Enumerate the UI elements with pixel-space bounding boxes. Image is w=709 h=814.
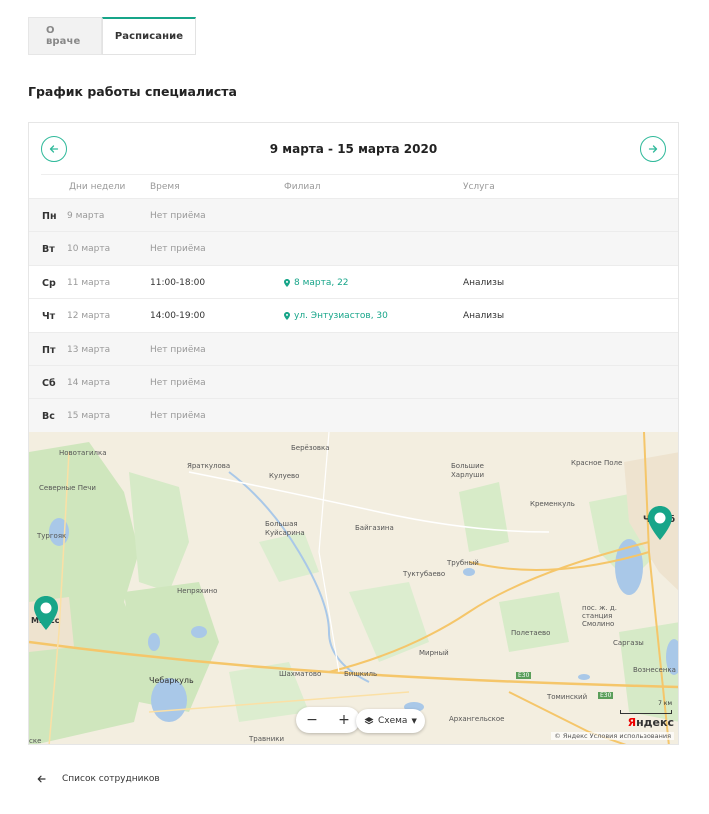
branch-label: 8 марта, 22 [294,277,349,288]
map-label: Травники [249,735,285,743]
map-label: E30 [598,692,614,699]
date: 9 марта [67,211,105,221]
weekday: Пт [42,344,56,356]
schedule-column-headers: Дни недели Время Филиал Услуга [41,174,678,198]
map-scale-label: 7 км [658,700,672,707]
service: Анализы [463,311,505,322]
table-row: Вт 10 марта Нет приёма [29,231,678,265]
map-label: Трубный [447,559,479,567]
map-label: Туктубаево [403,570,446,578]
week-title: 9 марта - 15 марта 2020 [269,142,438,156]
location-pin-icon [284,312,290,321]
tab-schedule[interactable]: Расписание [102,17,196,55]
time: Нет приёма [150,344,206,355]
table-row: Пн 9 марта Нет приёма [29,198,678,232]
map-label: Архангельское [449,715,505,723]
logo-rest: ндекс [636,716,674,729]
arrow-left-icon [37,775,46,783]
map-label: Тургояк [37,532,67,540]
column-header-time: Время [150,182,180,192]
table-row: Ср 11 марта 11:00-18:00 8 марта, 22 Анал… [29,264,678,299]
map-label: пос. ж. д. станция Смолино [582,604,617,628]
map-marker-chelyabinsk[interactable] [646,505,674,541]
time: Нет приёма [150,377,206,388]
time: Нет приёма [150,211,206,221]
map-label: Саргазы [613,639,644,647]
weekday: Пн [42,211,57,222]
weekday: Чт [42,311,56,323]
zoom-in-button[interactable]: + [330,712,358,728]
map-label: Полетаево [511,629,551,637]
map-label: Кременкуль [530,500,575,508]
schedule-card: 9 марта - 15 марта 2020 Дни недели Время… [28,122,679,745]
date: 10 марта [67,244,111,255]
branch-link[interactable]: 8 марта, 22 [284,278,349,288]
section-title: График работы специалиста [28,84,237,99]
weekday: Вс [42,411,55,423]
layers-label: Схема [378,716,408,726]
date: 12 марта [67,311,111,322]
tab-about-doctor[interactable]: О враче [28,17,102,55]
map-scale-bar [620,710,672,714]
branch-label: ул. Энтузиастов, 30 [294,311,388,322]
map-layers-button[interactable]: Схема ▼ [356,709,425,733]
time: 11:00-18:00 [150,277,206,288]
map-label: Непряхино [177,587,218,595]
branches-map[interactable]: Новотагилка Берёзовка Яраткулова Кулуево… [29,432,678,745]
map-zoom-control: − + [296,707,360,733]
map-label: ске [29,737,42,745]
chevron-down-icon: ▼ [411,717,417,725]
map-attribution[interactable]: © Яндекс Условия использования [551,732,674,740]
next-week-button[interactable] [640,136,666,162]
time: Нет приёма [150,411,206,422]
week-header: 9 марта - 15 марта 2020 [29,123,678,175]
map-label: Кулуево [269,472,300,480]
location-pin-icon [284,278,290,287]
map-label: Чебаркуль [149,676,194,685]
table-row: Вс 15 марта Нет приёма [29,398,678,432]
map-label: Яраткулова [187,462,231,470]
map-label: Бишкиль [344,670,378,678]
schedule-rows: Пн 9 марта Нет приёма Вт 10 марта Нет пр… [29,198,678,432]
column-header-service: Услуга [463,182,495,192]
yandex-logo[interactable]: Яндекс [628,716,674,729]
weekday: Вт [42,244,55,256]
date: 13 марта [67,344,111,355]
map-marker-miass[interactable] [32,595,60,631]
map-label: Байгазина [355,524,394,532]
weekday: Ср [42,277,56,289]
map-label: Северные Печи [39,484,96,492]
map-label: Большие Харлуши [451,462,485,479]
branch-link[interactable]: ул. Энтузиастов, 30 [284,311,388,321]
service: Анализы [463,277,505,288]
map-label: Новотагилка [59,449,107,457]
time: Нет приёма [150,244,206,255]
table-row: Пт 13 марта Нет приёма [29,331,678,365]
map-label: Берёзовка [291,444,330,452]
tabs-bar: О враче Расписание [28,17,196,55]
map-label: Вознесенка [633,666,676,674]
date: 11 марта [67,277,111,288]
map-label: E30 [516,672,532,679]
map-label: Большая Куйсарина [265,520,305,537]
layers-icon [364,717,374,725]
map-label: Мирный [419,649,449,657]
map-label: Томинский [547,693,588,701]
back-link-label: Список сотрудников [62,774,160,784]
logo-letter: Я [627,716,637,729]
column-header-branch: Филиал [284,182,321,192]
weekday: Сб [42,377,56,389]
table-row: Сб 14 марта Нет приёма [29,364,678,399]
zoom-out-button[interactable]: − [298,712,326,728]
column-header-days: Дни недели [69,182,126,192]
table-row: Чт 12 марта 14:00-19:00 ул. Энтузиастов,… [29,298,678,332]
map-label: Шахматово [279,670,322,678]
date: 14 марта [67,377,111,388]
arrow-right-icon [648,145,658,153]
map-label: Красное Поле [571,459,623,467]
time: 14:00-19:00 [150,311,206,322]
back-to-staff-link[interactable]: Список сотрудников [37,774,160,784]
date: 15 марта [67,411,111,422]
